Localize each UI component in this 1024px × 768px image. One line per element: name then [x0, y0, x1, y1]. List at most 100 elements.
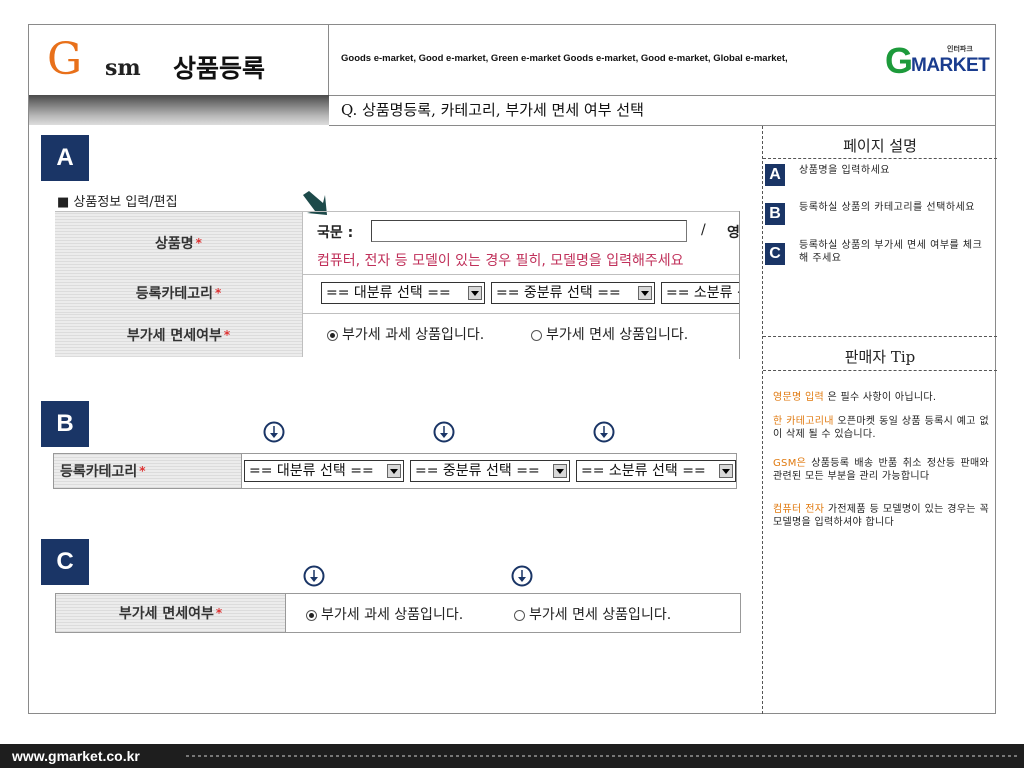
- question-divider: [329, 125, 996, 126]
- required-star-icon: *: [223, 328, 231, 342]
- description-badge-c: C: [765, 243, 785, 265]
- category-header: 등록카테고리 *: [55, 273, 303, 313]
- description-text-b: 등록하실 상품의 카테고리를 선택하세요: [799, 202, 975, 213]
- chevron-down-icon: [719, 464, 733, 478]
- vat-exempt-label: 부가세 면세 상품입니다.: [529, 607, 672, 623]
- minor-category-value: == 소분류 선택 ==: [666, 285, 739, 301]
- mid-category-value: == 중분류 선택 ==: [415, 463, 540, 479]
- slogan-text: Goods e-market, Good e-market, Green e-m…: [341, 53, 788, 64]
- description-badge-b: B: [765, 203, 785, 225]
- radio-selected-icon[interactable]: [306, 609, 317, 621]
- vat-exempt-option[interactable]: 부가세 면세 상품입니다.: [514, 604, 671, 624]
- major-category-value: == 대분류 선택 ==: [326, 285, 451, 301]
- tip-divider-top: [763, 336, 997, 337]
- footer-url-link[interactable]: www.gmarket.co.kr: [12, 748, 140, 764]
- gsm-logo-g: G: [47, 34, 83, 85]
- slash-text: /: [701, 222, 706, 238]
- chevron-down-icon: [553, 464, 567, 478]
- vat-header: 부가세 면세여부 *: [56, 594, 286, 632]
- down-arrow-icon: [593, 421, 615, 443]
- tip-highlight: 영문명 입력: [773, 392, 824, 403]
- required-star-icon: *: [215, 606, 223, 620]
- tip-text: 은 필수 사항이 아닙니다.: [823, 392, 937, 403]
- mid-category-select[interactable]: == 중분류 선택 ==: [410, 460, 570, 482]
- down-arrow-icon: [303, 565, 325, 587]
- required-star-icon: *: [139, 464, 146, 478]
- header-divider: [329, 95, 996, 96]
- vat-taxable-label: 부가세 과세 상품입니다.: [342, 327, 485, 343]
- gsm-logo-sm: sm: [105, 55, 141, 81]
- tip-item: 영문명 입력 은 필수 사항이 아닙니다.: [773, 391, 989, 404]
- vat-label: 부가세 면세여부: [126, 328, 222, 344]
- minor-category-value: == 소분류 선택 ==: [581, 463, 706, 479]
- form-title: ■ 상품정보 입력/편집: [57, 195, 178, 210]
- down-arrow-icon: [433, 421, 455, 443]
- product-info-form: 상품명 * 국문 : / 영 컴퓨터, 전자 등 모델이 있는 경우 필히, 모델…: [55, 211, 740, 359]
- description-text-c: 등록하실 상품의 부가세 면세 여부를 체크해 주세요: [799, 240, 983, 264]
- product-name-row: 상품명 * 국문 : / 영 컴퓨터, 전자 등 모델이 있는 경우 필히, 모델…: [55, 211, 739, 275]
- description-text-a: 상품명을 입력하세요: [799, 165, 890, 176]
- tip-highlight: GSM은: [773, 458, 807, 469]
- english-label: 영: [727, 225, 740, 241]
- category-form: 등록카테고리 * == 대분류 선택 == == 중분류 선택 == == 소분류…: [53, 453, 737, 489]
- footer-bar: www.gmarket.co.kr: [0, 744, 1024, 768]
- down-arrow-icon: [511, 565, 533, 587]
- chevron-down-icon: [638, 286, 652, 300]
- radio-empty-icon[interactable]: [531, 329, 542, 341]
- section-badge-a: A: [41, 135, 89, 181]
- vat-taxable-label: 부가세 과세 상품입니다.: [321, 607, 464, 623]
- category-label: 등록카테고리: [135, 286, 213, 302]
- gmarket-logo-small: 인터파크: [947, 45, 973, 53]
- gmarket-logo-g: G: [885, 40, 914, 81]
- gradient-bar: [29, 95, 329, 125]
- gmarket-logo-text: MARKET: [911, 55, 990, 76]
- minor-category-select[interactable]: == 소분류 선택 ==: [661, 282, 739, 304]
- description-divider: [763, 158, 997, 159]
- category-row: 등록카테고리 * == 대분류 선택 == == 중분류 선택 == == 소분류…: [55, 273, 739, 314]
- domestic-label: 국문 :: [317, 225, 354, 241]
- tip-text: 상품등록 배송 반품 취소 정산등 판매와 관련된 모든 부분을 관리 가능합니…: [773, 458, 989, 482]
- vat-taxable-option[interactable]: 부가세 과세 상품입니다.: [327, 324, 484, 344]
- section-badge-b: B: [41, 401, 89, 447]
- vat-row: 부가세 면세여부 * 부가세 과세 상품입니다. 부가세 면세 상품입니다.: [55, 313, 739, 357]
- page-title: 상품등록: [173, 54, 266, 83]
- major-category-value: == 대분류 선택 ==: [249, 463, 374, 479]
- tip-item: 한 카테고리내 오픈마켓 동일 상품 등록시 예고 없이 삭제 될 수 있습니다…: [773, 415, 989, 441]
- tip-highlight: 한 카테고리내: [773, 416, 834, 427]
- vat-exempt-label: 부가세 면세 상품입니다.: [546, 327, 689, 343]
- chevron-down-icon: [468, 286, 482, 300]
- model-name-hint: 컴퓨터, 전자 등 모델이 있는 경우 필히, 모델명을 입력해주세요: [317, 253, 684, 269]
- gmarket-logo[interactable]: G 인터파크 MARKET: [885, 40, 990, 81]
- tip-item: GSM은 상품등록 배송 반품 취소 정산등 판매와 관련된 모든 부분을 관리…: [773, 457, 989, 483]
- question-text: Q. 상품명등록, 카테고리, 부가세 면세 여부 선택: [341, 101, 644, 119]
- category-label: 등록카테고리: [60, 464, 138, 480]
- tip-divider: [763, 370, 997, 371]
- radio-selected-icon[interactable]: [327, 329, 338, 341]
- chevron-down-icon: [387, 464, 401, 478]
- tip-title: 판매자 Tip: [844, 348, 916, 366]
- section-badge-c: C: [41, 539, 89, 585]
- panel-divider: [762, 126, 763, 714]
- mid-category-select[interactable]: == 중분류 선택 ==: [491, 282, 655, 304]
- vat-exempt-option[interactable]: 부가세 면세 상품입니다.: [531, 324, 688, 344]
- product-name-label: 상품명: [155, 236, 194, 252]
- description-badge-a: A: [765, 164, 785, 186]
- major-category-select[interactable]: == 대분류 선택 ==: [244, 460, 404, 482]
- product-name-header: 상품명 *: [55, 212, 303, 274]
- vat-label: 부가세 면세여부: [118, 606, 214, 622]
- vat-header: 부가세 면세여부 *: [55, 313, 303, 357]
- down-arrow-icon: [263, 421, 285, 443]
- tip-highlight: 컴퓨터 전자: [773, 504, 825, 515]
- vat-form: 부가세 면세여부 * 부가세 과세 상품입니다. 부가세 면세 상품입니다.: [55, 593, 741, 633]
- product-name-input[interactable]: [371, 220, 687, 242]
- tip-item: 컴퓨터 전자 가전제품 등 모델명이 있는 경우는 꼭 모델명을 입력하셔야 합…: [773, 503, 989, 529]
- gsm-logo-box: G sm 상품등록: [29, 25, 329, 95]
- radio-empty-icon[interactable]: [514, 609, 525, 621]
- minor-category-select[interactable]: == 소분류 선택 ==: [576, 460, 736, 482]
- footer-dots: [186, 755, 1018, 757]
- vat-taxable-option[interactable]: 부가세 과세 상품입니다.: [306, 604, 463, 624]
- major-category-select[interactable]: == 대분류 선택 ==: [321, 282, 485, 304]
- required-star-icon: *: [195, 236, 202, 250]
- mid-category-value: == 중분류 선택 ==: [496, 285, 621, 301]
- description-title: 페이지 설명: [843, 137, 917, 155]
